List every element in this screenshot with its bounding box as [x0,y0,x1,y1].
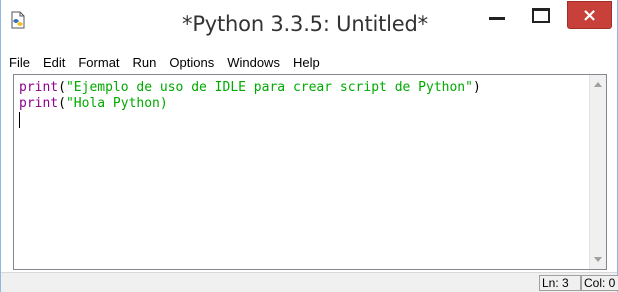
code-paren: ( [58,96,66,111]
code-text[interactable]: print("Ejemplo de uso de IDLE para crear… [19,80,481,128]
menu-file[interactable]: File [9,55,30,70]
code-line: print("Hola Python) [19,96,481,112]
maximize-icon [532,7,550,23]
menu-bar: File Edit Format Run Options Windows Hel… [1,51,617,73]
code-line: print("Ejemplo de uso de IDLE para crear… [19,80,481,96]
close-icon: × [581,4,598,26]
menu-options[interactable]: Options [169,55,214,70]
code-keyword: print [19,80,59,95]
menu-run[interactable]: Run [133,55,157,70]
vertical-scrollbar[interactable] [589,75,606,269]
code-string: "Hola Python) [65,96,168,111]
minimize-button[interactable] [479,0,515,30]
idle-window: *Python 3.3.5: Untitled* × File Edit For… [0,0,618,292]
menu-edit[interactable]: Edit [43,55,65,70]
menu-help[interactable]: Help [293,55,320,70]
line-number-status: Ln: 3 [539,275,581,291]
title-bar[interactable]: *Python 3.3.5: Untitled* × [1,0,617,46]
maximize-button[interactable] [521,0,561,30]
text-caret [19,112,20,128]
close-button[interactable]: × [567,1,612,29]
code-paren: ) [472,80,481,95]
scroll-up-arrow-icon[interactable] [594,82,602,87]
code-string: "Ejemplo de uso de IDLE para crear scrip… [65,80,473,95]
code-paren: ( [58,80,66,95]
code-keyword: print [19,96,59,111]
code-line [19,112,481,128]
scroll-down-arrow-icon[interactable] [594,257,602,262]
minimize-icon [489,16,505,20]
column-number-status: Col: 0 [581,275,618,291]
menu-windows[interactable]: Windows [227,55,280,70]
status-bar: Ln: 3 Col: 0 [1,272,618,292]
code-editor[interactable]: print("Ejemplo de uso de IDLE para crear… [13,74,607,270]
menu-format[interactable]: Format [78,55,119,70]
